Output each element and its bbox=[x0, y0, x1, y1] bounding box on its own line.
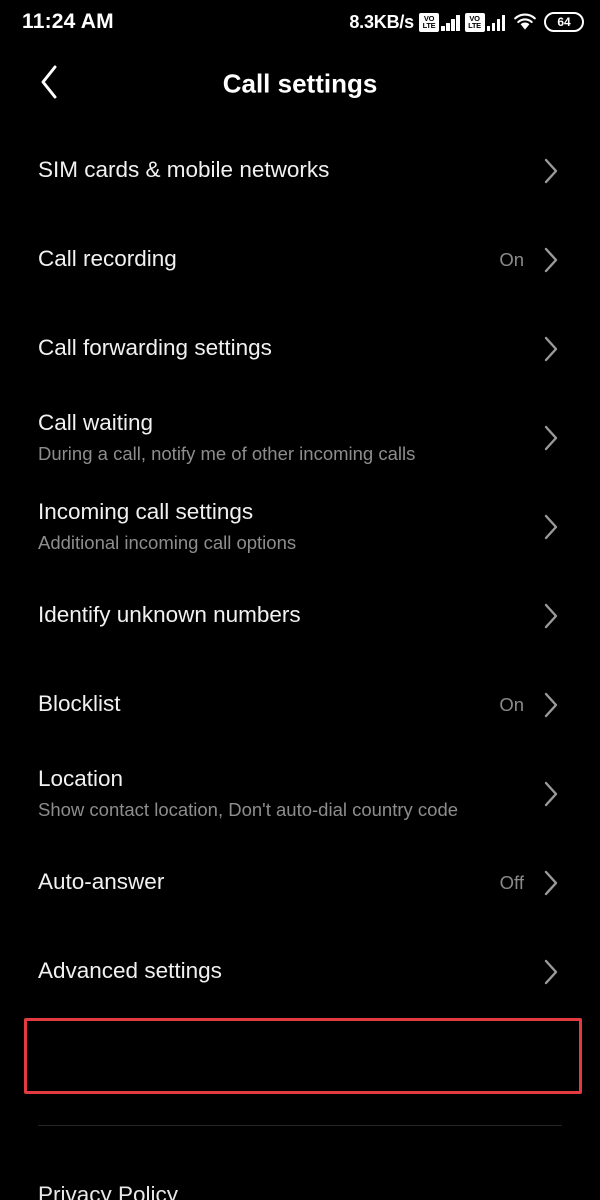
list-item-text: Location Show contact location, Don't au… bbox=[38, 765, 540, 822]
sim2-status: VO LTE bbox=[464, 12, 505, 32]
list-item-title: Auto-answer bbox=[38, 869, 165, 895]
list-item-title: Call waiting bbox=[38, 409, 154, 435]
list-item-call-forwarding-settings[interactable]: Call forwarding settings bbox=[0, 304, 600, 393]
list-item-title: Incoming call settings bbox=[38, 498, 254, 524]
settings-list: SIM cards & mobile networks Call recordi… bbox=[0, 126, 600, 1016]
volte-icon: VO LTE bbox=[419, 12, 439, 32]
chevron-right-icon bbox=[540, 425, 562, 450]
list-item-title: Location bbox=[38, 765, 124, 791]
battery-level-text: 64 bbox=[557, 15, 571, 29]
list-item-text: Call forwarding settings bbox=[38, 334, 540, 362]
list-item-advanced-settings[interactable]: Advanced settings bbox=[0, 927, 600, 1016]
list-item-subtitle: Show contact location, Don't auto-dial c… bbox=[38, 799, 459, 821]
list-item-text: Advanced settings bbox=[38, 957, 540, 985]
signal-bars-icon bbox=[441, 14, 460, 31]
wifi-icon bbox=[513, 13, 537, 31]
volte-icon-bottom: LTE bbox=[468, 21, 481, 30]
list-item-title: Call forwarding settings bbox=[38, 335, 272, 361]
status-bar: 11:24 AM 8.3KB/s VO LTE VO LTE 64 bbox=[0, 0, 600, 44]
network-speed-text: 8.3KB/s bbox=[349, 11, 414, 32]
highlight-annotation-advanced-settings bbox=[24, 1018, 582, 1094]
list-item-identify-unknown-numbers[interactable]: Identify unknown numbers bbox=[0, 571, 600, 660]
sim1-status: VO LTE bbox=[419, 12, 460, 32]
privacy-policy-link[interactable]: Privacy Policy bbox=[38, 1181, 178, 1200]
chevron-right-icon bbox=[540, 781, 562, 806]
list-item-text: Incoming call settings Additional incomi… bbox=[38, 498, 540, 555]
status-clock: 11:24 AM bbox=[22, 10, 114, 33]
chevron-right-icon bbox=[540, 514, 562, 539]
list-item-title: Advanced settings bbox=[38, 958, 222, 984]
chevron-right-icon bbox=[540, 870, 562, 895]
chevron-right-icon bbox=[540, 603, 562, 628]
section-divider bbox=[38, 1125, 562, 1126]
list-item-value: On bbox=[499, 693, 524, 715]
list-item-text: Auto-answer bbox=[38, 868, 500, 896]
chevron-right-icon bbox=[540, 247, 562, 272]
signal-bars-icon bbox=[486, 14, 505, 31]
list-item-text: SIM cards & mobile networks bbox=[38, 156, 540, 184]
list-item-title: Call recording bbox=[38, 246, 177, 272]
list-item-text: Call waiting During a call, notify me of… bbox=[38, 409, 540, 466]
chevron-right-icon bbox=[540, 692, 562, 717]
list-item-blocklist[interactable]: Blocklist On bbox=[0, 660, 600, 749]
chevron-right-icon bbox=[540, 158, 562, 183]
volte-icon: VO LTE bbox=[464, 12, 485, 32]
phone-screen: 11:24 AM 8.3KB/s VO LTE VO LTE 64 Call s… bbox=[0, 0, 600, 1200]
list-item-sim-cards-mobile-networks[interactable]: SIM cards & mobile networks bbox=[0, 126, 600, 215]
list-item-value: On bbox=[499, 248, 524, 270]
list-item-text: Identify unknown numbers bbox=[38, 601, 540, 629]
list-item-title: SIM cards & mobile networks bbox=[38, 157, 330, 183]
volte-icon-bottom: LTE bbox=[422, 21, 436, 30]
list-item-subtitle: Additional incoming call options bbox=[38, 532, 297, 554]
list-item-auto-answer[interactable]: Auto-answer Off bbox=[0, 838, 600, 927]
list-item-call-waiting[interactable]: Call waiting During a call, notify me of… bbox=[0, 393, 600, 482]
status-icons: 8.3KB/s VO LTE VO LTE 64 bbox=[349, 12, 584, 33]
list-item-call-recording[interactable]: Call recording On bbox=[0, 215, 600, 304]
list-item-value: Off bbox=[499, 871, 524, 893]
list-item-subtitle: During a call, notify me of other incomi… bbox=[38, 443, 416, 465]
list-item-title: Identify unknown numbers bbox=[38, 602, 301, 628]
chevron-right-icon bbox=[540, 959, 562, 984]
list-item-text: Call recording bbox=[38, 245, 499, 273]
list-item-title: Blocklist bbox=[38, 691, 121, 717]
page-title: Call settings bbox=[222, 68, 378, 99]
list-item-incoming-call-settings[interactable]: Incoming call settings Additional incomi… bbox=[0, 482, 600, 571]
chevron-right-icon bbox=[540, 336, 562, 361]
list-item-text: Blocklist bbox=[38, 690, 499, 718]
battery-icon: 64 bbox=[544, 12, 584, 32]
app-bar: Call settings bbox=[0, 44, 600, 124]
list-item-location[interactable]: Location Show contact location, Don't au… bbox=[0, 749, 600, 838]
